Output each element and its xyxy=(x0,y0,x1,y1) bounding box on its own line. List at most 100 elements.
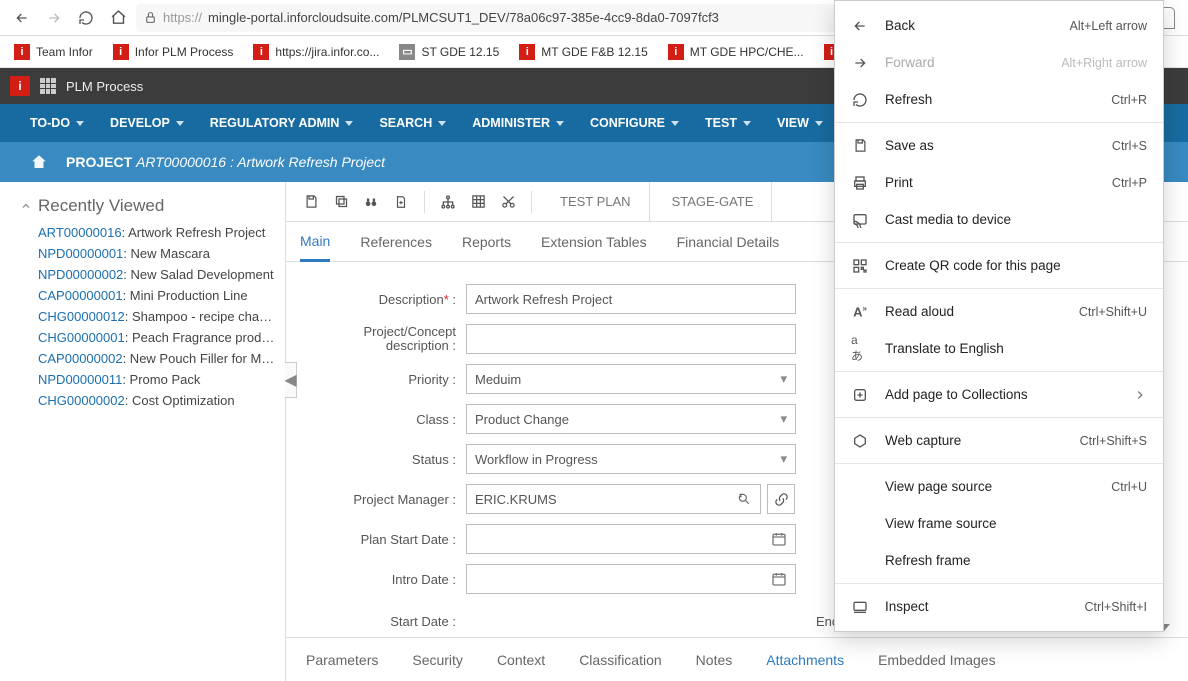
chevron-down-icon xyxy=(743,121,751,126)
subtab-parameters[interactable]: Parameters xyxy=(306,652,378,668)
ctx-label: Read aloud xyxy=(885,304,1063,319)
nav-configure[interactable]: CONFIGURE xyxy=(590,116,679,130)
nav-search[interactable]: SEARCH xyxy=(379,116,446,130)
chevron-down-icon: ▾ xyxy=(780,411,787,427)
save-icon[interactable] xyxy=(298,188,324,216)
ctx-read-aloud[interactable]: A»Read aloudCtrl+Shift+U xyxy=(835,293,1163,330)
input-description[interactable]: Artwork Refresh Project xyxy=(466,284,796,314)
bookmark-item[interactable]: i MT GDE HPC/CHE... xyxy=(660,42,812,62)
subtab-security[interactable]: Security xyxy=(412,652,463,668)
ctx-label: Refresh xyxy=(885,92,1095,107)
clip-icon xyxy=(851,433,869,449)
ctx-print[interactable]: PrintCtrl+P xyxy=(835,164,1163,201)
ctx-forward[interactable]: ForwardAlt+Right arrow xyxy=(835,44,1163,81)
reload-button[interactable] xyxy=(72,4,100,32)
lookup-pm[interactable]: ERIC.KRUMS xyxy=(466,484,761,514)
bookmark-label: MT GDE HPC/CHE... xyxy=(690,45,804,59)
home-button[interactable] xyxy=(104,4,132,32)
bookmark-item[interactable]: ▭ST GDE 12.15 xyxy=(391,42,507,62)
select-priority[interactable]: Meduim▾ xyxy=(466,364,796,394)
favicon-icon: i xyxy=(113,44,129,60)
ctx-refresh[interactable]: RefreshCtrl+R xyxy=(835,81,1163,118)
subtab-notes[interactable]: Notes xyxy=(696,652,733,668)
recently-viewed-header[interactable]: Recently Viewed xyxy=(20,196,275,216)
bookmark-item[interactable]: iInfor PLM Process xyxy=(105,42,242,62)
input-projconcept[interactable] xyxy=(466,324,796,354)
toolbar-tab-stagegate[interactable]: STAGE-GATE xyxy=(654,182,773,222)
collapse-handle[interactable]: ◀ xyxy=(285,362,297,398)
recently-viewed-item[interactable]: CAP00000001: Mini Production Line xyxy=(20,285,275,306)
ctx-label: View page source xyxy=(885,479,1095,494)
ctx-save-as[interactable]: Save asCtrl+S xyxy=(835,127,1163,164)
hierarchy-icon[interactable] xyxy=(435,188,461,216)
nav-administer[interactable]: ADMINISTER xyxy=(472,116,564,130)
bookmark-item[interactable]: iMT GDE F&B 12.15 xyxy=(511,42,655,62)
nav-develop[interactable]: DEVELOP xyxy=(110,116,184,130)
new-doc-icon[interactable] xyxy=(388,188,414,216)
recently-viewed-item[interactable]: ART00000016: Artwork Refresh Project xyxy=(20,222,275,243)
tab-extension-tables[interactable]: Extension Tables xyxy=(541,222,647,262)
copy-icon[interactable] xyxy=(328,188,354,216)
ctx-shortcut: Alt+Right arrow xyxy=(1061,56,1147,70)
bookmark-item[interactable]: ihttps://jira.infor.co... xyxy=(245,42,387,62)
back-button[interactable] xyxy=(8,4,36,32)
ctx-cast-media-to-device[interactable]: Cast media to device xyxy=(835,201,1163,238)
favicon-icon: i xyxy=(668,44,684,60)
date-intro[interactable] xyxy=(466,564,796,594)
url-path: mingle-portal.inforcloudsuite.com/PLMCSU… xyxy=(208,10,719,25)
label-intro: Intro Date : xyxy=(326,572,466,587)
recently-viewed-item[interactable]: CAP00000002: New Pouch Filler for Manufa… xyxy=(20,348,275,369)
ctx-add-page-to-collections[interactable]: Add page to Collections xyxy=(835,376,1163,413)
bookmark-label: ST GDE 12.15 xyxy=(421,45,499,59)
nav-test[interactable]: TEST xyxy=(705,116,751,130)
save-icon xyxy=(851,138,869,153)
recently-viewed-item[interactable]: NPD00000001: New Mascara xyxy=(20,243,275,264)
ctx-inspect[interactable]: InspectCtrl+Shift+I xyxy=(835,588,1163,625)
tab-references[interactable]: References xyxy=(360,222,432,262)
chevron-down-icon xyxy=(815,121,823,126)
chevron-down-icon xyxy=(438,121,446,126)
tab-main[interactable]: Main xyxy=(300,222,330,262)
subtab-embedded-images[interactable]: Embedded Images xyxy=(878,652,996,668)
recently-viewed-item[interactable]: CHG00000001: Peach Fragrance product imp xyxy=(20,327,275,348)
toolbar-tab-testplan[interactable]: TEST PLAN xyxy=(542,182,650,222)
select-class[interactable]: Product Change▾ xyxy=(466,404,796,434)
link-button[interactable] xyxy=(767,484,795,514)
recently-viewed-item[interactable]: NPD00000002: New Salad Development xyxy=(20,264,275,285)
infor-logo-icon[interactable]: i xyxy=(10,76,30,96)
date-planstart[interactable] xyxy=(466,524,796,554)
forward-button[interactable] xyxy=(40,4,68,32)
calendar-icon xyxy=(771,571,787,587)
ctx-view-page-source[interactable]: View page sourceCtrl+U xyxy=(835,468,1163,505)
ctx-label: Translate to English xyxy=(885,341,1131,356)
ctx-view-frame-source[interactable]: View frame source xyxy=(835,505,1163,542)
recently-viewed-item[interactable]: NPD00000011: Promo Pack xyxy=(20,369,275,390)
subtab-classification[interactable]: Classification xyxy=(579,652,661,668)
ctx-back[interactable]: BackAlt+Left arrow xyxy=(835,7,1163,44)
recently-viewed-item[interactable]: CHG00000002: Cost Optimization xyxy=(20,390,275,411)
read-icon: A» xyxy=(851,304,869,319)
tab-financial-details[interactable]: Financial Details xyxy=(677,222,780,262)
ctx-translate-to-english[interactable]: aあTranslate to English xyxy=(835,330,1163,367)
subtab-attachments[interactable]: Attachments xyxy=(766,652,844,668)
nav-todo[interactable]: TO-DO xyxy=(30,116,84,130)
ctx-web-capture[interactable]: Web captureCtrl+Shift+S xyxy=(835,422,1163,459)
cut-icon[interactable] xyxy=(495,188,521,216)
binoculars-icon[interactable] xyxy=(358,188,384,216)
tab-reports[interactable]: Reports xyxy=(462,222,511,262)
home-icon[interactable] xyxy=(30,153,48,171)
chevron-right-icon xyxy=(1133,388,1147,402)
ctx-refresh-frame[interactable]: Refresh frame xyxy=(835,542,1163,579)
chevron-down-icon xyxy=(556,121,564,126)
bookmark-item[interactable]: iTeam Infor xyxy=(6,42,101,62)
ctx-shortcut: Ctrl+Shift+S xyxy=(1080,434,1147,448)
nav-regulatory[interactable]: REGULATORY ADMIN xyxy=(210,116,354,130)
select-status[interactable]: Workflow in Progress▾ xyxy=(466,444,796,474)
recently-viewed-item[interactable]: CHG00000012: Shampoo - recipe change du xyxy=(20,306,275,327)
subtab-context[interactable]: Context xyxy=(497,652,545,668)
favicon-icon: i xyxy=(519,44,535,60)
ctx-create-qr-code-for-this-page[interactable]: Create QR code for this page xyxy=(835,247,1163,284)
nav-view[interactable]: VIEW xyxy=(777,116,823,130)
grid-icon[interactable] xyxy=(465,188,491,216)
app-launcher-icon[interactable] xyxy=(40,78,56,94)
